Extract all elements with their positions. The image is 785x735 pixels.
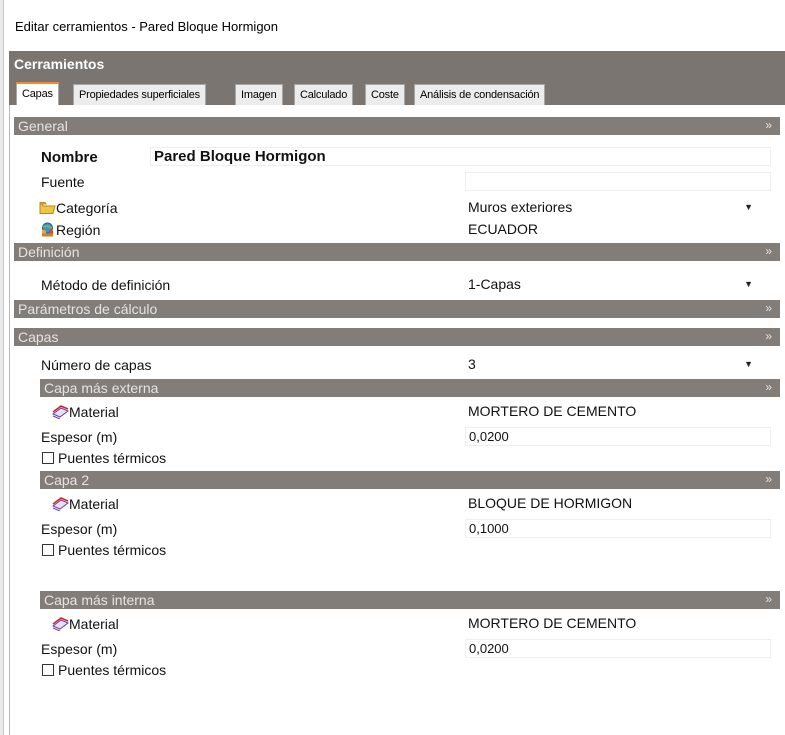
espesor-label: Espesor (m) — [41, 429, 118, 445]
material-label-wrap: Material — [52, 404, 119, 420]
editor-header-title: Cerramientos — [14, 56, 105, 72]
row-region: Región ECUADOR — [10, 220, 785, 239]
puentes-checkbox-wrap[interactable]: Puentes térmicos — [42, 662, 166, 678]
categoria-label-wrap: Categoría — [39, 200, 117, 216]
puentes-checkbox[interactable] — [42, 664, 54, 676]
material-value[interactable]: MORTERO DE CEMENTO — [465, 614, 771, 633]
metodo-value: 1-Capas — [468, 276, 521, 292]
window-titlebar: Editar cerramientos - Pared Bloque Hormi… — [5, 6, 785, 50]
window-title: Editar cerramientos - Pared Bloque Hormi… — [15, 19, 279, 34]
row-fuente: Fuente — [10, 172, 785, 191]
double-chevron-down-icon: » — [765, 329, 772, 343]
double-chevron-down-icon: » — [765, 380, 772, 394]
region-value: ECUADOR — [468, 221, 539, 237]
layer-header-interna[interactable]: Capa más interna » — [40, 591, 780, 609]
tab-analisis-condensacion[interactable]: Análisis de condensación — [414, 84, 546, 105]
section-capas-title: Capas — [18, 329, 59, 345]
triangle-down-icon[interactable]: ▼ — [744, 279, 753, 289]
folder-icon — [39, 202, 56, 214]
fuente-label: Fuente — [41, 174, 85, 190]
region-label-wrap: Región — [39, 222, 100, 238]
row-categoria: Categoría Muros exteriores ▼ — [10, 198, 785, 217]
double-chevron-down-icon: » — [765, 592, 772, 606]
tab-capas[interactable]: Capas — [16, 82, 59, 105]
tab-strip: Capas Propiedades superficiales Imagen C… — [9, 81, 785, 105]
section-definicion-title: Definición — [18, 244, 80, 260]
editor-header: Cerramientos — [9, 51, 785, 81]
material-layers-icon — [52, 497, 69, 511]
double-chevron-right-icon: » — [765, 301, 772, 315]
row-espesor: Espesor (m) 0,0200 — [10, 427, 785, 446]
espesor-input[interactable]: 0,0200 — [465, 639, 771, 658]
nombre-value: Pared Bloque Hormigon — [154, 148, 326, 165]
material-label: Material — [69, 616, 119, 632]
material-label-wrap: Material — [52, 496, 119, 512]
material-label-wrap: Material — [52, 616, 119, 632]
section-parametros-title: Parámetros de cálculo — [18, 301, 158, 317]
globe-people-icon — [41, 222, 54, 237]
section-general-header[interactable]: General » — [14, 117, 780, 135]
material-layers-icon — [52, 617, 69, 631]
section-parametros-header[interactable]: Parámetros de cálculo » — [14, 300, 780, 318]
material-layers-icon — [52, 405, 69, 419]
categoria-value: Muros exteriores — [468, 199, 573, 215]
layer-title: Capa 2 — [44, 472, 90, 488]
row-espesor: Espesor (m) 0,1000 — [10, 519, 785, 538]
row-metodo: Método de definición 1-Capas ▼ — [10, 275, 785, 294]
section-capas-header[interactable]: Capas » — [14, 328, 780, 346]
double-chevron-down-icon: » — [765, 244, 772, 258]
material-value[interactable]: MORTERO DE CEMENTO — [465, 402, 771, 421]
espesor-input[interactable]: 0,0200 — [465, 427, 771, 446]
row-puentes: Puentes térmicos — [10, 448, 785, 467]
categoria-label: Categoría — [56, 200, 118, 216]
numero-capas-label: Número de capas — [41, 357, 152, 373]
nombre-label: Nombre — [41, 149, 98, 166]
triangle-down-icon[interactable]: ▼ — [744, 359, 753, 369]
tab-propiedades-superficiales[interactable]: Propiedades superficiales — [73, 84, 206, 105]
row-puentes: Puentes térmicos — [10, 540, 785, 559]
espesor-label: Espesor (m) — [41, 521, 118, 537]
fuente-input[interactable] — [465, 172, 771, 191]
region-label: Región — [56, 222, 101, 238]
row-nombre: Nombre Pared Bloque Hormigon — [10, 147, 785, 166]
properties-panel: General » Nombre Pared Bloque Hormigon F… — [9, 105, 785, 735]
row-material: Material BLOQUE DE HORMIGON — [10, 494, 785, 513]
tab-calculado[interactable]: Calculado — [294, 84, 354, 105]
layer-title: Capa más externa — [44, 380, 159, 396]
layer-title: Capa más interna — [44, 592, 155, 608]
puentes-checkbox[interactable] — [42, 544, 54, 556]
row-espesor: Espesor (m) 0,0200 — [10, 639, 785, 658]
puentes-label: Puentes térmicos — [58, 450, 167, 466]
puentes-checkbox-wrap[interactable]: Puentes térmicos — [42, 542, 166, 558]
tab-imagen[interactable]: Imagen — [235, 84, 283, 105]
window-left-edge — [0, 0, 4, 735]
double-chevron-down-icon: » — [765, 118, 772, 132]
row-puentes: Puentes térmicos — [10, 660, 785, 679]
metodo-select[interactable]: 1-Capas ▼ — [465, 275, 771, 294]
metodo-label: Método de definición — [41, 277, 171, 293]
puentes-label: Puentes térmicos — [58, 542, 167, 558]
puentes-label: Puentes térmicos — [58, 662, 167, 678]
categoria-select[interactable]: Muros exteriores ▼ — [465, 198, 771, 217]
double-chevron-down-icon: » — [765, 472, 772, 486]
layer-header-externa[interactable]: Capa más externa » — [40, 379, 780, 397]
material-label: Material — [69, 404, 119, 420]
puentes-checkbox[interactable] — [42, 452, 54, 464]
espesor-label: Espesor (m) — [41, 641, 118, 657]
section-general-title: General — [18, 118, 68, 134]
layer-header-capa-2[interactable]: Capa 2 » — [40, 471, 780, 489]
material-label: Material — [69, 496, 119, 512]
triangle-down-icon[interactable]: ▼ — [744, 202, 753, 212]
row-numero-capas: Número de capas 3 ▼ — [10, 355, 785, 374]
row-material: Material MORTERO DE CEMENTO — [10, 614, 785, 633]
numero-capas-select[interactable]: 3 ▼ — [465, 355, 771, 374]
puentes-checkbox-wrap[interactable]: Puentes térmicos — [42, 450, 166, 466]
section-definicion-header[interactable]: Definición » — [14, 243, 780, 261]
espesor-input[interactable]: 0,1000 — [465, 519, 771, 538]
numero-capas-value: 3 — [468, 356, 476, 372]
material-value[interactable]: BLOQUE DE HORMIGON — [465, 494, 771, 513]
row-material: Material MORTERO DE CEMENTO — [10, 402, 785, 421]
tab-coste[interactable]: Coste — [365, 84, 405, 105]
